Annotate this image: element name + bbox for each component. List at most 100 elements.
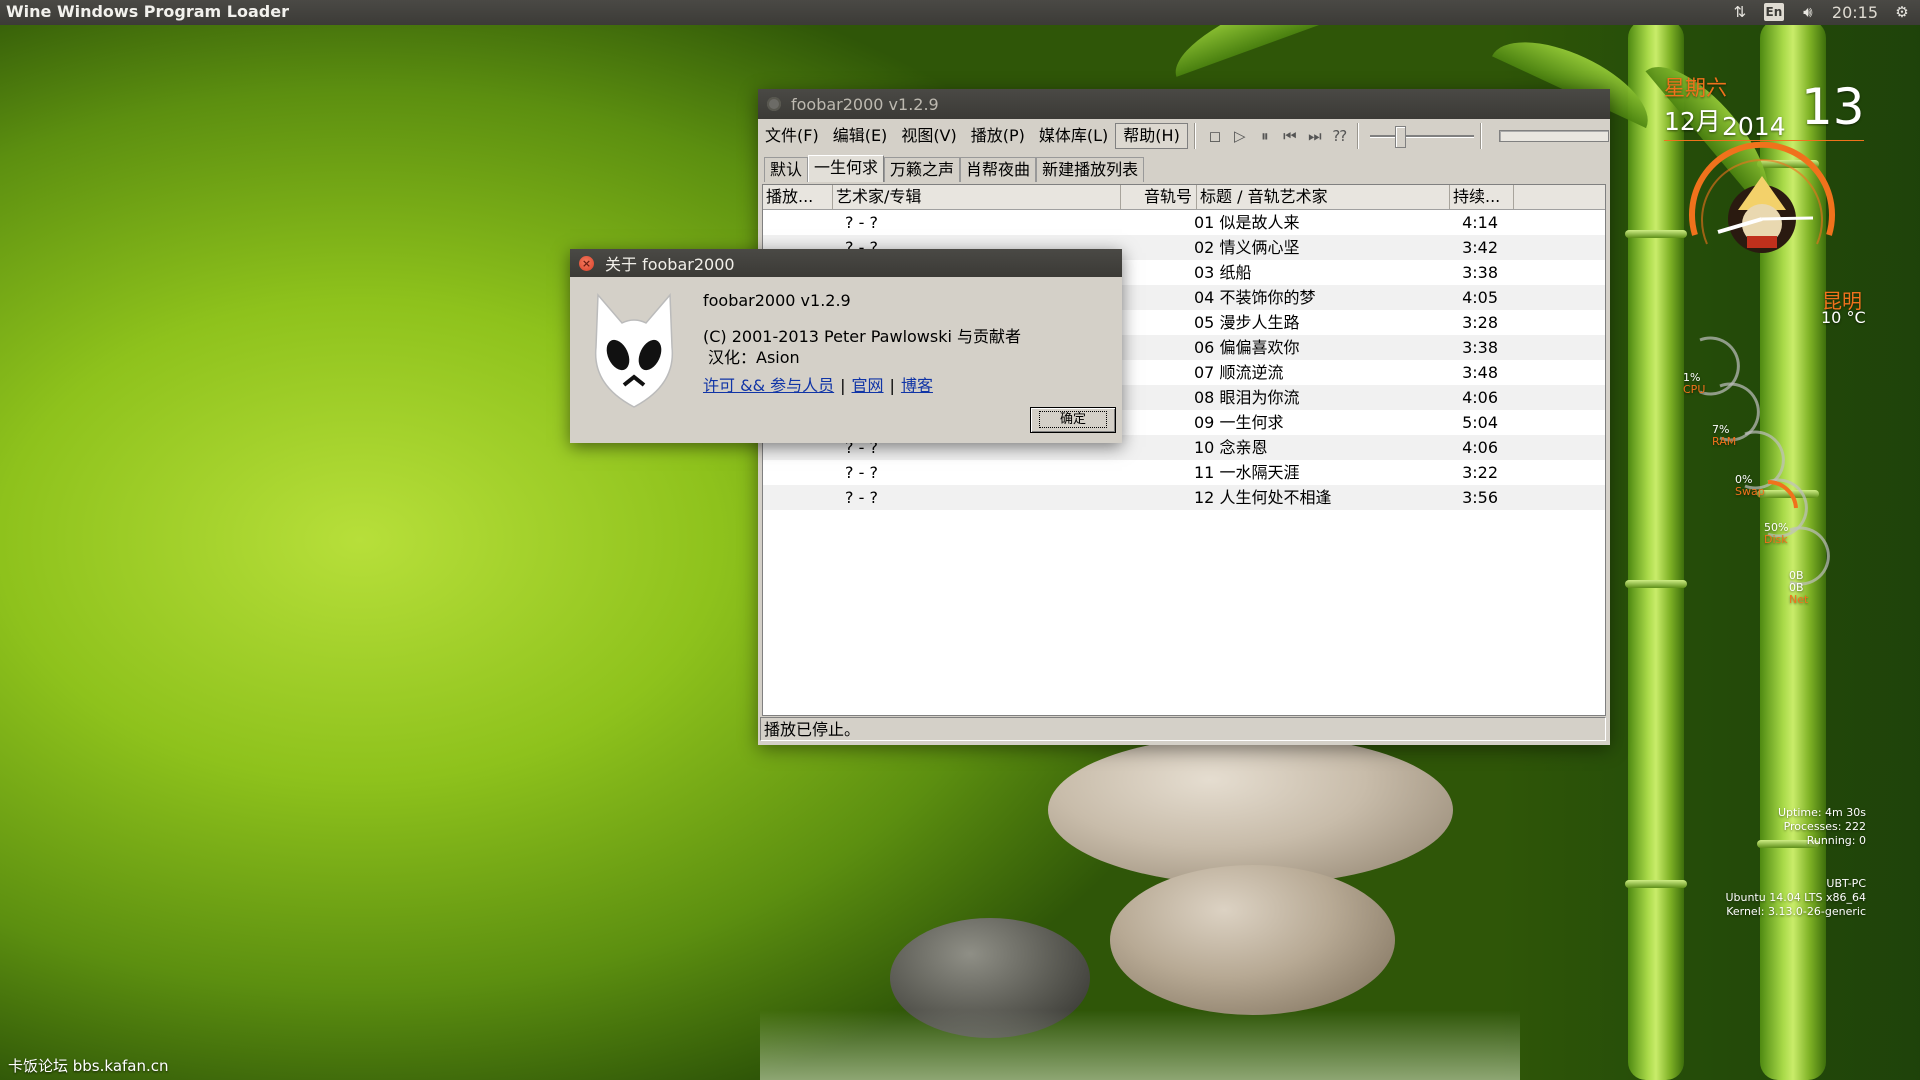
row-duration: 4:06 [1462,438,1498,457]
seek-track [1369,135,1474,137]
menubar: 文件(F) 编辑(E) 视图(V) 播放(P) 媒体库(L) 帮助(H) ◻ ▷… [758,119,1610,153]
conky-temperature: 10 °C [1821,308,1866,327]
pause-icon[interactable]: ⏸︎ [1254,125,1276,147]
tab-yishenghequ[interactable]: 一生何求 [808,155,885,182]
tab-wanlaizhisheng[interactable]: 万籁之声 [884,157,961,182]
volume-bar[interactable] [1498,130,1609,142]
top-panel: Wine Windows Program Loader ⇅ En 🔊︎ 20:1… [0,0,1920,25]
row-track-no [1113,335,1189,360]
link-separator: | [889,376,895,395]
play-icon[interactable]: ▷ [1229,125,1251,147]
conky-month: 12月 [1664,107,1721,136]
close-icon[interactable] [767,97,781,111]
row-title: 01 似是故人来 [1194,213,1300,232]
playlist-tabs: 默认 一生何求 万籁之声 肖帮夜曲 新建播放列表 [764,155,1145,183]
conky-disk: 50% Disk [1764,522,1788,546]
license-link[interactable]: 许可 && 参与人员 [703,376,834,395]
link-separator: | [840,376,846,395]
conky-swap: 0% Swap [1735,474,1765,498]
row-duration: 3:48 [1462,363,1498,382]
random-icon[interactable]: ⁇ [1329,125,1351,147]
column-header-duration[interactable]: 持续... [1450,185,1514,209]
row-title: 10 念亲恩 [1194,438,1268,457]
homepage-link[interactable]: 官网 [852,376,884,395]
cpu-label: CPU [1683,383,1706,396]
next-icon[interactable]: ⏭︎ [1304,125,1326,147]
about-titlebar[interactable]: × 关于 foobar2000 [570,249,1122,277]
blog-link[interactable]: 博客 [901,376,933,395]
row-title: 03 纸船 [1194,263,1252,282]
close-icon[interactable]: × [579,255,594,271]
keyboard-layout-indicator[interactable]: En [1763,3,1784,21]
about-dialog: × 关于 foobar2000 foobar2000 v1.2.9 (C) 20… [570,249,1122,443]
ok-button[interactable]: 确定 [1030,407,1116,433]
table-row[interactable]: ? - ? 01 似是故人来 4:14 [763,210,1605,235]
column-header-artist-album[interactable]: 艺术家/专辑 [833,185,1121,209]
kernel-version: Kernel: 3.13.0-26-generic [1726,905,1866,918]
status-bar: 播放已停止。 [760,717,1606,741]
uptime: Uptime: 4m 30s [1777,806,1866,819]
row-playing-indicator [763,210,829,235]
network-arrows-icon[interactable]: ⇅ [1730,2,1750,22]
foobar-titlebar[interactable]: foobar2000 v1.2.9 [758,89,1610,119]
row-title: 07 顺流逆流 [1194,363,1284,382]
about-localization: 汉化：Asion [708,348,800,367]
menu-view[interactable]: 视图(V) [894,124,963,148]
seek-slider[interactable] [1369,125,1474,148]
row-title: 02 情义俩心坚 [1194,238,1300,257]
stop-icon[interactable]: ◻ [1204,125,1226,147]
tab-default[interactable]: 默认 [764,157,809,182]
conky-ram: 7% RAM [1712,424,1736,448]
system-tray: ⇅ En 🔊︎ 20:15 ⚙ [1730,2,1912,22]
tab-new-playlist[interactable]: 新建播放列表 [1036,157,1145,182]
stone [1048,735,1453,885]
menu-playback[interactable]: 播放(P) [964,124,1032,148]
menu-library[interactable]: 媒体库(L) [1032,124,1115,148]
column-header-playing[interactable]: 播放... [763,185,833,209]
row-duration: 4:05 [1462,288,1498,307]
row-duration: 3:28 [1462,313,1498,332]
row-duration: 3:38 [1462,263,1498,282]
conky-cpu: 1% CPU [1683,372,1705,396]
row-duration: 4:06 [1462,388,1498,407]
row-track-no [1113,235,1189,260]
table-row[interactable]: ? - ? 11 一水隔天涯 3:22 [763,460,1605,485]
active-app-title: Wine Windows Program Loader [6,2,289,21]
previous-icon[interactable]: ⏮︎ [1279,125,1301,147]
settings-gear-icon[interactable]: ⚙ [1892,2,1912,22]
row-playing-indicator [763,485,829,510]
hostname: UBT-PC [1826,877,1866,890]
disk-label: Disk [1764,533,1788,546]
column-header-track-no[interactable]: 音轨号 [1121,185,1197,209]
row-track-no [1113,310,1189,335]
playlist-header: 播放... 艺术家/专辑 音轨号 标题 / 音轨艺术家 持续... [763,185,1605,210]
menu-edit[interactable]: 编辑(E) [826,124,895,148]
swap-label: Swap [1735,485,1765,498]
tab-xiaobangyequ[interactable]: 肖帮夜曲 [960,157,1037,182]
watermark: 卡饭论坛 bbs.kafan.cn [8,1057,169,1075]
volume-icon[interactable]: 🔊︎ [1798,2,1818,22]
row-track-no [1113,385,1189,410]
conky-net: 0B 0B Net [1789,570,1808,606]
row-duration: 3:22 [1462,463,1498,482]
menu-help[interactable]: 帮助(H) [1115,123,1188,149]
menu-file[interactable]: 文件(F) [758,124,826,148]
clock-time[interactable]: 20:15 [1832,3,1878,22]
stone [1110,865,1395,1015]
row-playing-indicator [763,460,829,485]
row-artist: ? - ? [845,488,878,507]
column-header-title[interactable]: 标题 / 音轨艺术家 [1197,185,1450,209]
row-title: 11 一水隔天涯 [1194,463,1300,482]
row-title: 12 人生何处不相逢 [1194,488,1332,507]
row-duration: 5:04 [1462,413,1498,432]
row-track-no [1113,260,1189,285]
seek-thumb[interactable] [1394,126,1406,148]
table-row[interactable]: ? - ? 12 人生何处不相逢 3:56 [763,485,1605,510]
row-track-no [1113,410,1189,435]
row-title: 06 偏偏喜欢你 [1194,338,1300,357]
conky-clock-icon [1689,141,1835,253]
about-title: 关于 foobar2000 [605,255,735,274]
row-track-no [1113,485,1189,510]
about-links: 许可 && 参与人员 | 官网 | 博客 [703,372,933,396]
row-duration: 3:42 [1462,238,1498,257]
